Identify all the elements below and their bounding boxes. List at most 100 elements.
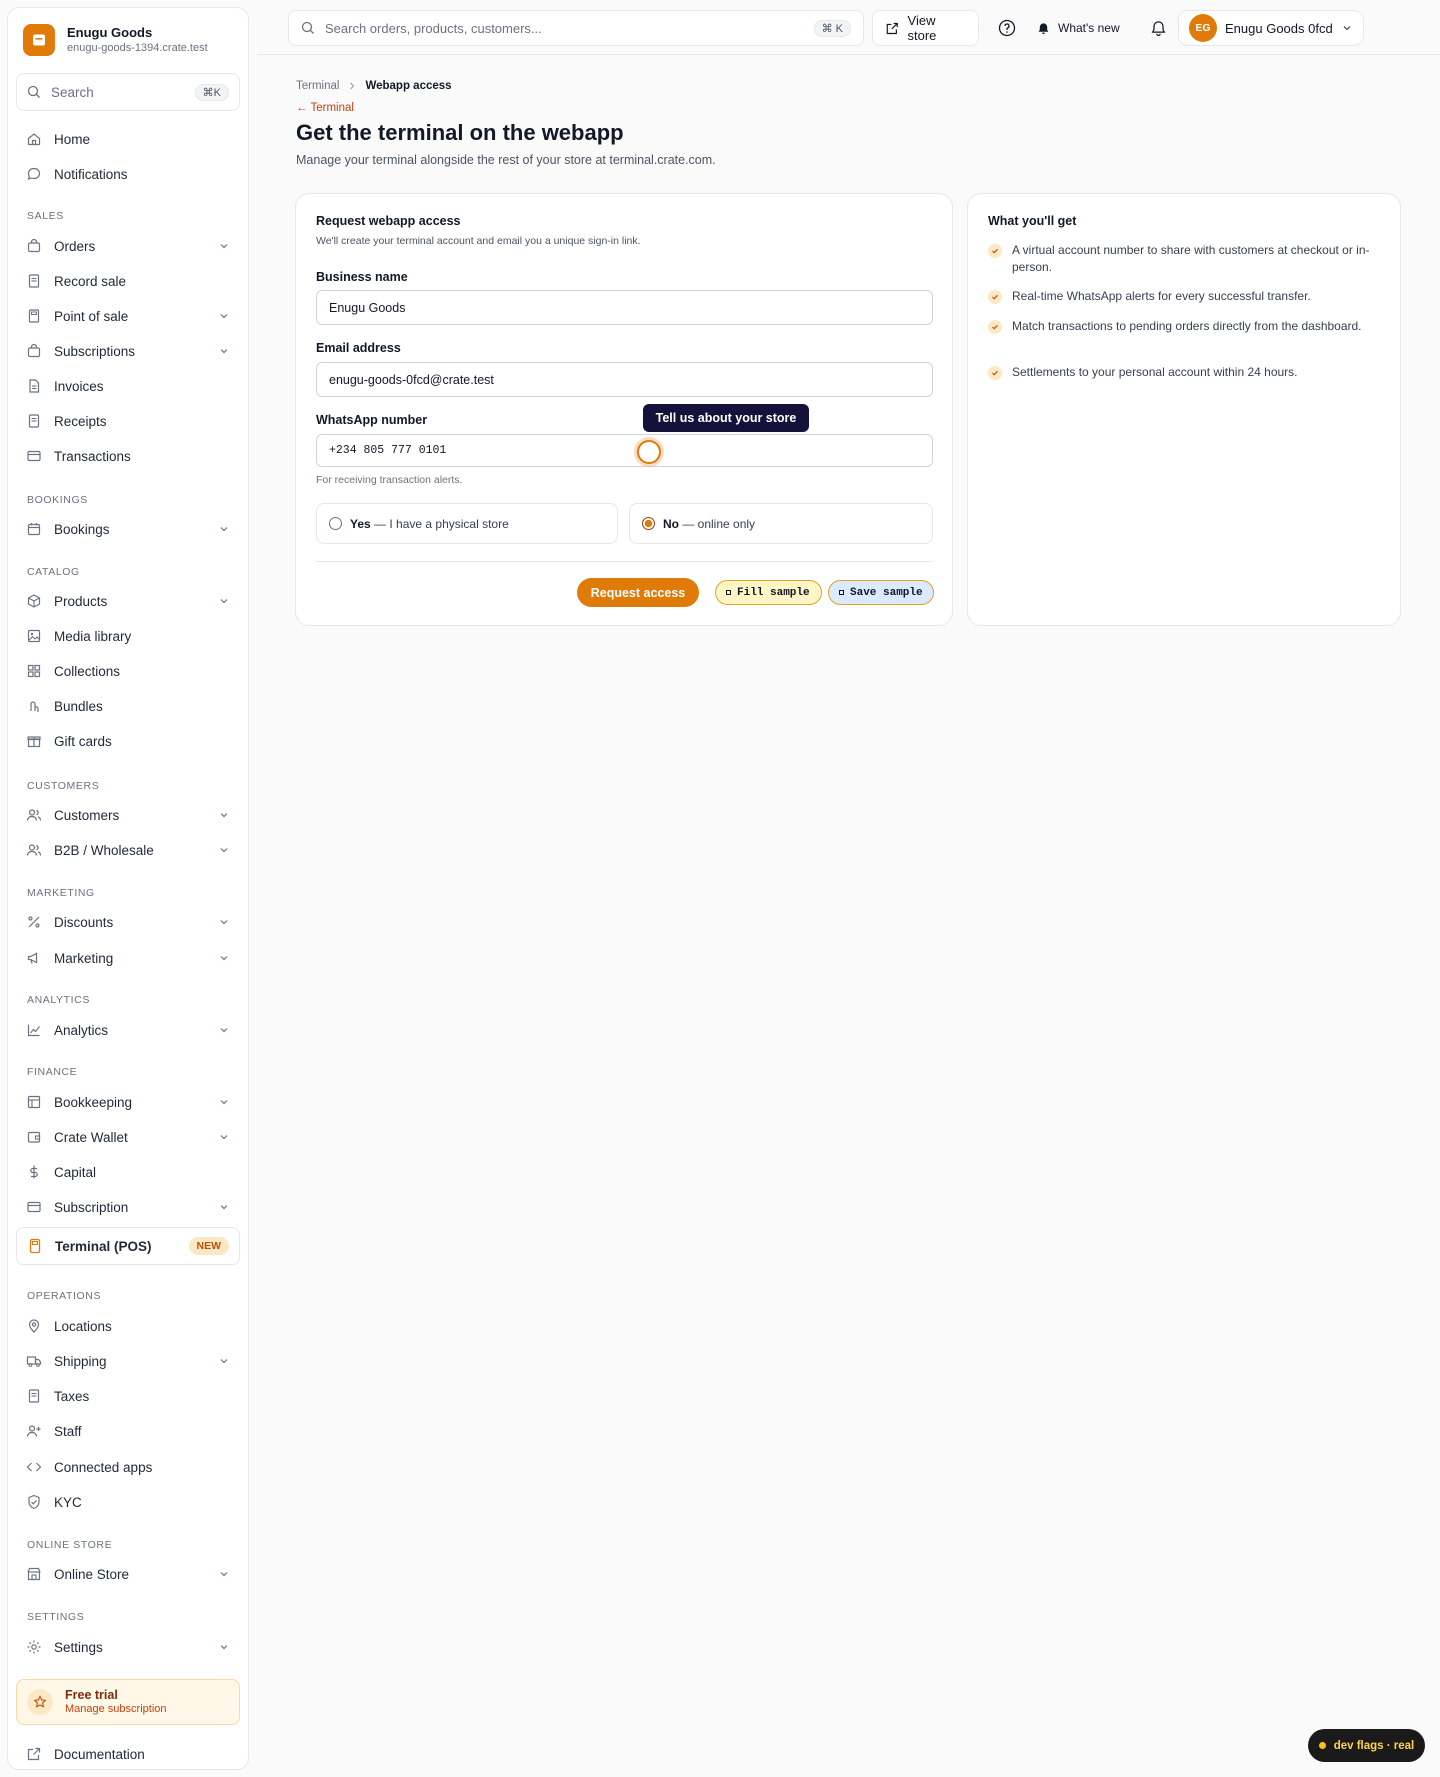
request-access-button[interactable]: Request access <box>577 578 699 607</box>
chevron-down-icon <box>220 244 228 249</box>
chevron-down-icon <box>220 920 228 925</box>
avatar: EG <box>1189 14 1217 42</box>
credit-card-icon <box>27 1201 41 1213</box>
manage-subscription-link[interactable]: Manage subscription <box>65 1702 167 1716</box>
chevron-down-icon <box>220 956 228 961</box>
free-trial-card[interactable]: Free trial Manage subscription <box>16 1679 240 1725</box>
sidebar-item-crate-wallet[interactable]: Crate Wallet <box>16 1121 240 1153</box>
whatsapp-input[interactable]: +234 805 777 0101 <box>316 434 933 467</box>
sidebar-item-label: Documentation <box>54 1746 145 1762</box>
sidebar-item-transactions[interactable]: Transactions <box>16 440 240 472</box>
benefits-title: What you'll get <box>988 214 1077 228</box>
request-access-form: Request webapp access We'll create your … <box>295 193 953 626</box>
sidebar-item-collections[interactable]: Collections <box>16 655 240 687</box>
chevron-down-icon <box>220 1572 228 1577</box>
sidebar-item-documentation[interactable]: Documentation <box>16 1738 240 1770</box>
physical-store-yes-option[interactable]: Yes — I have a physical store <box>316 503 618 544</box>
fill-sample-button[interactable]: Fill sample <box>715 580 822 605</box>
account-menu[interactable]: EG Enugu Goods 0fcd <box>1178 10 1364 46</box>
notifications-button[interactable] <box>1143 10 1173 46</box>
sidebar-item-online-store[interactable]: Online Store <box>16 1558 240 1590</box>
global-search-input[interactable]: Search orders, products, customers... ⌘ … <box>288 10 864 46</box>
sidebar-item-invoices[interactable]: Invoices <box>16 370 240 402</box>
check-icon <box>988 290 1002 304</box>
sidebar-item-taxes[interactable]: Taxes <box>16 1380 240 1412</box>
trial-title: Free trial <box>65 1688 118 1702</box>
business-name-input[interactable]: Enugu Goods <box>316 290 933 325</box>
physical-store-no-option[interactable]: No — online only <box>629 503 933 544</box>
section-label-settings: SETTINGS <box>27 1611 85 1623</box>
sidebar-item-b2b-wholesale[interactable]: B2B / Wholesale <box>16 834 240 866</box>
save-sample-button[interactable]: Save sample <box>828 580 934 605</box>
email-input[interactable]: enugu-goods-0fcd@crate.test <box>316 362 933 397</box>
sidebar-item-label: Locations <box>54 1318 112 1334</box>
sidebar-item-locations[interactable]: Locations <box>16 1310 240 1342</box>
no-label: No <box>663 516 679 531</box>
sidebar-item-media-library[interactable]: Media library <box>16 620 240 652</box>
sidebar-item-products[interactable]: Products <box>16 585 240 617</box>
sidebar-item-label: Connected apps <box>54 1459 153 1475</box>
sidebar-item-shipping[interactable]: Shipping <box>16 1345 240 1377</box>
tour-hotspot[interactable] <box>637 440 661 464</box>
sidebar-item-customers[interactable]: Customers <box>16 799 240 831</box>
sidebar-item-label: Online Store <box>54 1566 130 1582</box>
radio-no-selected[interactable] <box>642 517 655 530</box>
benefits-card: What you'll get A virtual account number… <box>967 193 1401 626</box>
sidebar-item-label: Home <box>54 131 91 147</box>
whats-new-button[interactable]: What's new <box>1037 10 1152 46</box>
wallet-icon <box>27 1131 41 1143</box>
help-button[interactable] <box>992 10 1022 46</box>
sidebar-item-label: KYC <box>54 1494 82 1510</box>
receipt-icon <box>28 1389 40 1403</box>
benefit-item: A virtual account number to share with c… <box>988 242 1382 275</box>
sidebar-item-receipts[interactable]: Receipts <box>16 405 240 437</box>
fill-sample-label: Fill sample <box>737 586 810 599</box>
benefit-text: Real-time WhatsApp alerts for every succ… <box>1012 289 1311 303</box>
sidebar-item-label: Terminal (POS) <box>55 1238 152 1254</box>
sidebar-item-label: Receipts <box>54 413 107 429</box>
sidebar-item-marketing[interactable]: Marketing <box>16 942 240 974</box>
bell-filled-icon <box>1038 22 1049 34</box>
sidebar-item-terminal-pos[interactable]: Terminal (POS) NEW <box>16 1227 240 1265</box>
breadcrumb-terminal[interactable]: Terminal <box>296 80 339 92</box>
sidebar-item-record-sale[interactable]: Record sale <box>16 265 240 297</box>
sidebar-item-analytics[interactable]: Analytics <box>16 1014 240 1046</box>
back-to-terminal-link[interactable]: ← Terminal <box>296 102 354 114</box>
sidebar-item-orders[interactable]: Orders <box>16 230 240 262</box>
gear-icon <box>27 1640 41 1654</box>
store-switcher[interactable]: Enugu Goods enugu-goods-1394.crate.test <box>8 8 248 56</box>
dev-flags-pill[interactable]: dev flags · real <box>1308 1729 1425 1762</box>
sidebar-item-discounts[interactable]: Discounts <box>16 906 240 938</box>
benefit-text: Settlements to your personal account wit… <box>1012 365 1298 379</box>
section-label-finance: FINANCE <box>27 1066 78 1078</box>
sidebar-item-home[interactable]: Home <box>16 123 240 155</box>
sidebar-item-capital[interactable]: Capital <box>16 1156 240 1188</box>
sidebar-item-settings[interactable]: Settings <box>16 1631 240 1663</box>
sidebar-item-label: Analytics <box>54 1022 109 1038</box>
sidebar-item-notifications[interactable]: Notifications <box>16 158 240 190</box>
view-store-button[interactable]: View store <box>872 10 979 46</box>
sidebar-item-subscriptions[interactable]: Subscriptions <box>16 335 240 367</box>
cube-icon <box>27 594 41 608</box>
sidebar-item-label: Transactions <box>54 448 131 464</box>
breadcrumb-current: Webapp access <box>365 80 452 92</box>
sidebar-item-staff[interactable]: Staff <box>16 1415 240 1447</box>
chevron-down-icon <box>220 1135 228 1140</box>
sidebar-search[interactable]: Search ⌘K <box>16 73 240 111</box>
sidebar-item-point-of-sale[interactable]: Point of sale <box>16 300 240 332</box>
sidebar-item-label: Media library <box>54 628 132 644</box>
sidebar-item-connected-apps[interactable]: Connected apps <box>16 1451 240 1483</box>
ledger-icon <box>27 1095 41 1109</box>
radio-yes[interactable] <box>329 517 342 530</box>
sidebar-item-bundles[interactable]: Bundles <box>16 690 240 722</box>
view-store-label: View store <box>907 13 937 43</box>
sidebar-item-kyc[interactable]: KYC <box>16 1486 240 1518</box>
square-icon <box>726 590 731 595</box>
sidebar-item-bookings[interactable]: Bookings <box>16 513 240 545</box>
sidebar-item-gift-cards[interactable]: Gift cards <box>16 725 240 757</box>
terminal-device-icon <box>29 1238 41 1254</box>
sidebar-item-bookkeeping[interactable]: Bookkeeping <box>16 1086 240 1118</box>
form-title: Request webapp access <box>316 214 461 228</box>
grid-icon <box>27 664 41 678</box>
sidebar-item-subscription[interactable]: Subscription <box>16 1191 240 1223</box>
